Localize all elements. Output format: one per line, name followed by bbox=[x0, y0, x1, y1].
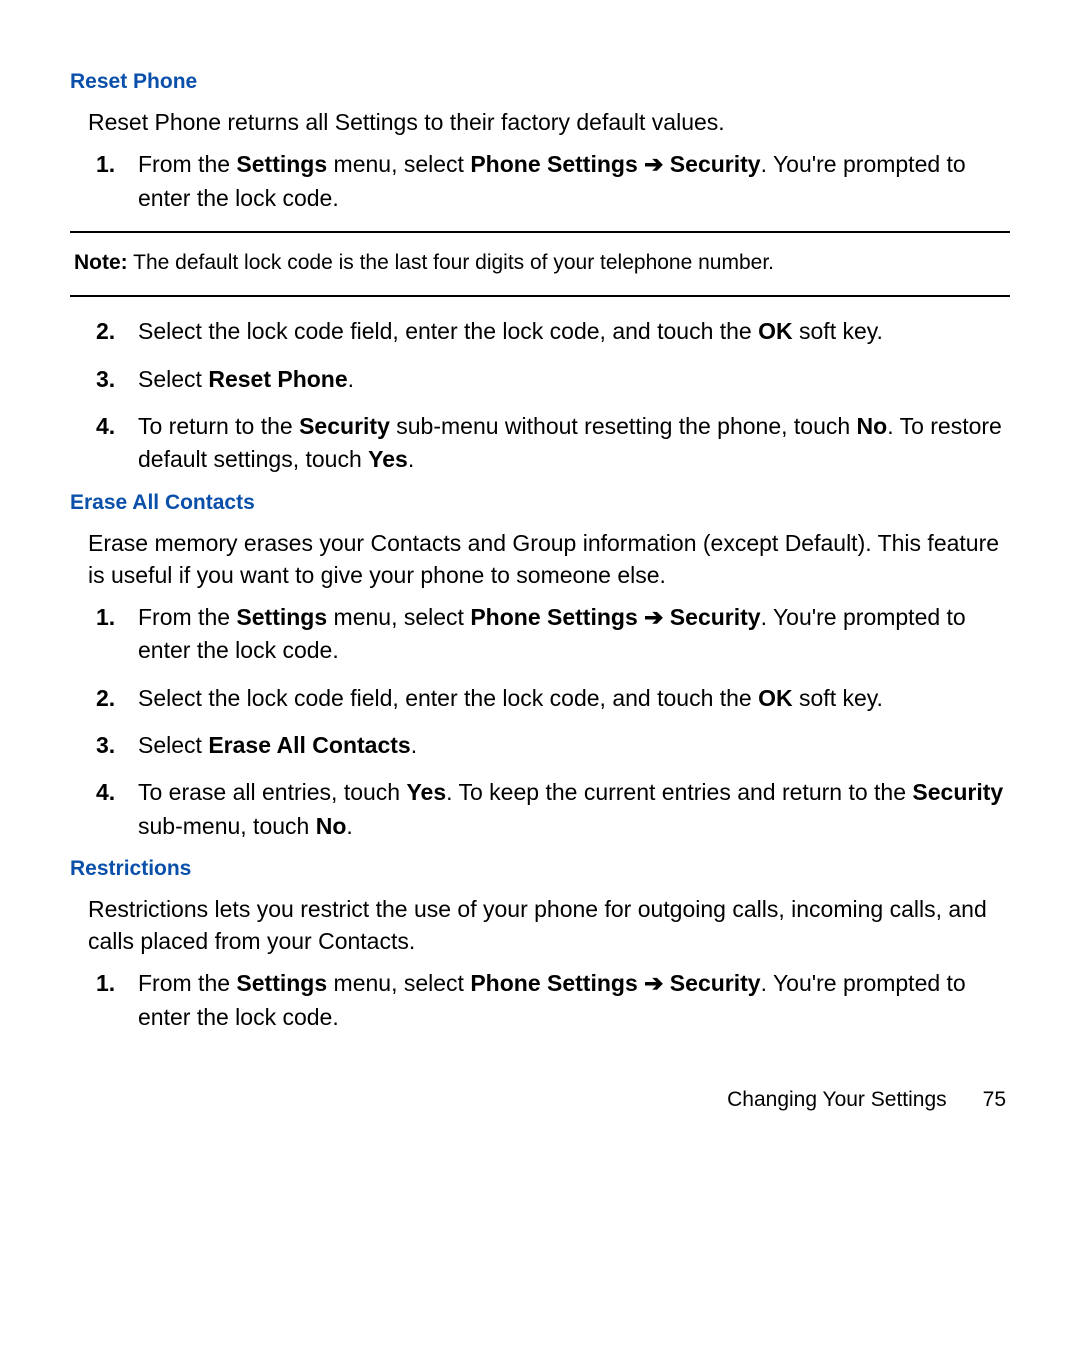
list-item: 4. To return to the Security sub-menu wi… bbox=[138, 410, 1010, 477]
step-text: Select bbox=[138, 732, 208, 758]
step-text: . bbox=[346, 813, 352, 839]
step-text: Select the lock code field, enter the lo… bbox=[138, 685, 758, 711]
step-text: To return to the bbox=[138, 413, 299, 439]
step-text: menu, select bbox=[327, 970, 470, 996]
step-text: From the bbox=[138, 970, 236, 996]
step-number: 2. bbox=[96, 682, 115, 715]
bold: Phone Settings bbox=[470, 970, 644, 996]
step-text: sub-menu, touch bbox=[138, 813, 316, 839]
bold: OK bbox=[758, 685, 793, 711]
heading-erase-all-contacts: Erase All Contacts bbox=[70, 491, 1010, 515]
erase-all-intro: Erase memory erases your Contacts and Gr… bbox=[70, 527, 1010, 591]
step-number: 4. bbox=[96, 410, 115, 443]
bold: Security bbox=[299, 413, 390, 439]
page-footer: Changing Your Settings 75 bbox=[70, 1088, 1010, 1112]
note-block: Note: The default lock code is the last … bbox=[70, 231, 1010, 297]
arrow-icon: ➔ bbox=[644, 970, 663, 996]
step-text: . bbox=[408, 446, 414, 472]
step-text: . bbox=[348, 366, 354, 392]
step-text: To erase all entries, touch bbox=[138, 779, 406, 805]
bold: Yes bbox=[368, 446, 408, 472]
bold: Phone Settings bbox=[470, 151, 644, 177]
bold: Reset Phone bbox=[208, 366, 347, 392]
step-number: 1. bbox=[96, 601, 115, 634]
bold: Security bbox=[912, 779, 1003, 805]
manual-page: Reset Phone Reset Phone returns all Sett… bbox=[0, 0, 1080, 1152]
page-number: 75 bbox=[983, 1088, 1006, 1112]
erase-all-steps: 1. From the Settings menu, select Phone … bbox=[70, 601, 1010, 843]
note-label: Note: bbox=[74, 251, 128, 274]
heading-reset-phone: Reset Phone bbox=[70, 70, 1010, 94]
step-text: Select bbox=[138, 366, 208, 392]
step-text: soft key. bbox=[793, 685, 883, 711]
list-item: 1. From the Settings menu, select Phone … bbox=[138, 967, 1010, 1034]
step-text: menu, select bbox=[327, 604, 470, 630]
reset-phone-steps-part1: 1. From the Settings menu, select Phone … bbox=[70, 148, 1010, 215]
bold: Settings bbox=[236, 151, 327, 177]
list-item: 3. Select Reset Phone. bbox=[138, 363, 1010, 396]
note-text: The default lock code is the last four d… bbox=[128, 251, 774, 274]
step-number: 1. bbox=[96, 967, 115, 1000]
reset-phone-steps-part2: 2. Select the lock code field, enter the… bbox=[70, 315, 1010, 476]
step-text: soft key. bbox=[793, 318, 883, 344]
reset-phone-intro: Reset Phone returns all Settings to thei… bbox=[70, 106, 1010, 138]
bold: Phone Settings bbox=[470, 604, 644, 630]
list-item: 2. Select the lock code field, enter the… bbox=[138, 682, 1010, 715]
step-text: menu, select bbox=[327, 151, 470, 177]
step-text: . To keep the current entries and return… bbox=[446, 779, 912, 805]
arrow-icon: ➔ bbox=[644, 604, 663, 630]
step-number: 3. bbox=[96, 363, 115, 396]
list-item: 3. Select Erase All Contacts. bbox=[138, 729, 1010, 762]
step-text: sub-menu without resetting the phone, to… bbox=[390, 413, 857, 439]
list-item: 1. From the Settings menu, select Phone … bbox=[138, 148, 1010, 215]
heading-restrictions: Restrictions bbox=[70, 857, 1010, 881]
list-item: 4. To erase all entries, touch Yes. To k… bbox=[138, 776, 1010, 843]
list-item: 1. From the Settings menu, select Phone … bbox=[138, 601, 1010, 668]
bold: OK bbox=[758, 318, 793, 344]
step-number: 3. bbox=[96, 729, 115, 762]
bold: Security bbox=[663, 604, 760, 630]
step-text: From the bbox=[138, 604, 236, 630]
step-text: . bbox=[411, 732, 417, 758]
footer-title: Changing Your Settings bbox=[727, 1088, 947, 1112]
step-text: Select the lock code field, enter the lo… bbox=[138, 318, 758, 344]
bold: Security bbox=[663, 970, 760, 996]
step-number: 2. bbox=[96, 315, 115, 348]
bold: Erase All Contacts bbox=[208, 732, 410, 758]
step-number: 4. bbox=[96, 776, 115, 809]
step-text: From the bbox=[138, 151, 236, 177]
bold: Yes bbox=[406, 779, 446, 805]
restrictions-intro: Restrictions lets you restrict the use o… bbox=[70, 893, 1010, 957]
bold: No bbox=[316, 813, 347, 839]
bold: Settings bbox=[236, 970, 327, 996]
bold: No bbox=[857, 413, 888, 439]
bold: Settings bbox=[236, 604, 327, 630]
restrictions-steps: 1. From the Settings menu, select Phone … bbox=[70, 967, 1010, 1034]
list-item: 2. Select the lock code field, enter the… bbox=[138, 315, 1010, 348]
step-number: 1. bbox=[96, 148, 115, 181]
bold: Security bbox=[663, 151, 760, 177]
arrow-icon: ➔ bbox=[644, 151, 663, 177]
